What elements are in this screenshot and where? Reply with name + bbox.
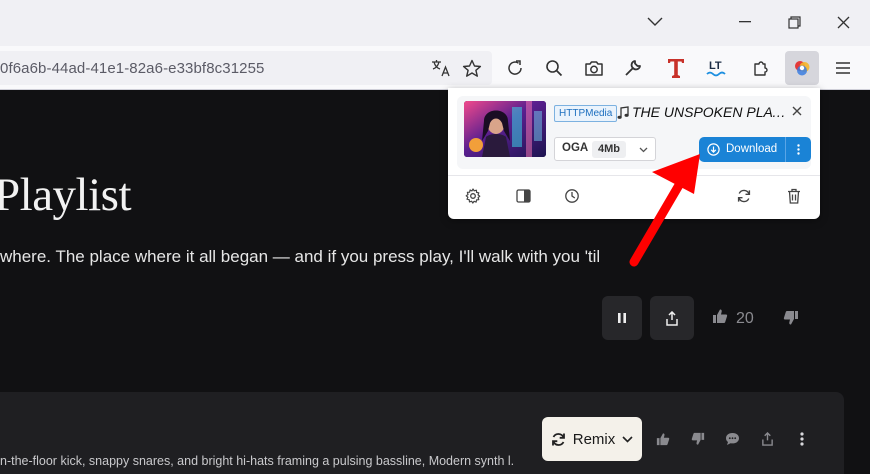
address-bar[interactable]: 0f6a6b-44ad-41e1-82a6-e33bf8c31255 (0, 51, 492, 85)
thumbs-up-icon (656, 433, 670, 446)
media-downloader-extension-button[interactable] (785, 51, 819, 85)
languagetool-icon: LT (706, 60, 726, 77)
more-vertical-icon (800, 432, 804, 446)
playlist-description: where. The place where it all began — an… (0, 247, 601, 266)
history-icon (565, 189, 579, 203)
reload-icon (508, 60, 522, 75)
comment-icon (725, 433, 739, 445)
annotation-arrow (629, 154, 700, 267)
bookmark-button[interactable] (455, 51, 489, 85)
wrench-icon (625, 60, 641, 76)
chevron-down-icon (622, 435, 633, 443)
popup-history-button[interactable] (562, 186, 582, 206)
refresh-icon (737, 189, 751, 203)
download-label: Download (726, 143, 778, 155)
browser-toolbar: 0f6a6b-44ad-41e1-82a6-e33bf8c31255 LT (0, 46, 870, 90)
song-dislike-button[interactable] (687, 428, 709, 450)
page-title: Playlist (0, 169, 132, 221)
minimize-button[interactable] (722, 4, 768, 40)
thumbs-up-icon (713, 309, 728, 323)
song-like-button[interactable] (652, 428, 674, 450)
share-icon (666, 310, 678, 326)
share-button[interactable] (650, 296, 694, 340)
app-menu-button[interactable] (826, 51, 860, 85)
song-comment-button[interactable] (721, 428, 743, 450)
reload-button[interactable] (498, 51, 532, 85)
share-icon (761, 432, 773, 446)
thumbs-down-icon (691, 432, 705, 445)
extensions-puzzle-icon (754, 61, 768, 76)
search-icon (546, 60, 563, 77)
download-options-button[interactable] (785, 137, 811, 162)
dislike-button[interactable] (783, 310, 799, 331)
media-source-badge: HTTPMedia (554, 105, 618, 122)
song-description: n-the-floor kick, snappy snares, and bri… (0, 454, 513, 468)
close-icon (837, 16, 849, 28)
translate-button[interactable] (424, 51, 458, 85)
pause-button[interactable] (602, 296, 642, 340)
svg-text:LT: LT (709, 60, 722, 72)
bookmark-star-icon (462, 59, 482, 77)
close-icon (792, 106, 802, 116)
popup-settings-button[interactable] (463, 186, 483, 206)
url-text[interactable]: 0f6a6b-44ad-41e1-82a6-e33bf8c31255 (0, 60, 264, 77)
screenshot-button[interactable] (577, 51, 611, 85)
dismiss-media-button[interactable] (792, 103, 802, 121)
menu-icon (836, 62, 850, 74)
popup-delete-button[interactable] (784, 186, 804, 206)
extensions-button[interactable] (744, 51, 778, 85)
song-card[interactable]: n-the-floor kick, snappy snares, and bri… (0, 392, 844, 474)
t-extension-button[interactable] (659, 51, 693, 85)
thumbs-down-icon (783, 311, 798, 325)
minimize-icon (739, 21, 751, 23)
pause-icon (618, 313, 626, 323)
like-group: 20 (712, 308, 754, 329)
sidebar-icon (515, 189, 531, 203)
t-extension-icon (668, 59, 684, 78)
browser-titlebar (0, 0, 870, 46)
restore-icon (787, 15, 801, 29)
media-title: THE UNSPOKEN PLAYL... (632, 104, 790, 120)
popup-refresh-button[interactable] (734, 186, 754, 206)
popup-sidebar-button[interactable] (513, 186, 533, 206)
settings-icon (465, 188, 481, 204)
remix-label: Remix (572, 430, 616, 448)
song-more-button[interactable] (791, 428, 813, 450)
remix-icon (551, 432, 565, 446)
translate-icon (432, 60, 450, 77)
close-window-button[interactable] (820, 4, 866, 40)
like-button[interactable] (712, 308, 728, 329)
media-downloader-extension-icon (795, 61, 810, 76)
song-share-button[interactable] (756, 428, 778, 450)
screenshot-camera-icon (585, 60, 603, 76)
search-button[interactable] (537, 51, 571, 85)
media-thumbnail (464, 101, 546, 157)
more-vertical-icon (797, 144, 800, 155)
trash-icon (788, 188, 800, 204)
like-count: 20 (736, 309, 754, 327)
music-note-icon (617, 106, 629, 119)
devtools-button[interactable] (616, 51, 650, 85)
languagetool-button[interactable]: LT (701, 51, 735, 85)
remix-button[interactable]: Remix (542, 417, 642, 461)
format-label: OGA (562, 142, 589, 154)
restore-button[interactable] (771, 4, 817, 40)
list-tabs-button[interactable] (632, 4, 678, 40)
chevron-down-icon (647, 17, 663, 26)
